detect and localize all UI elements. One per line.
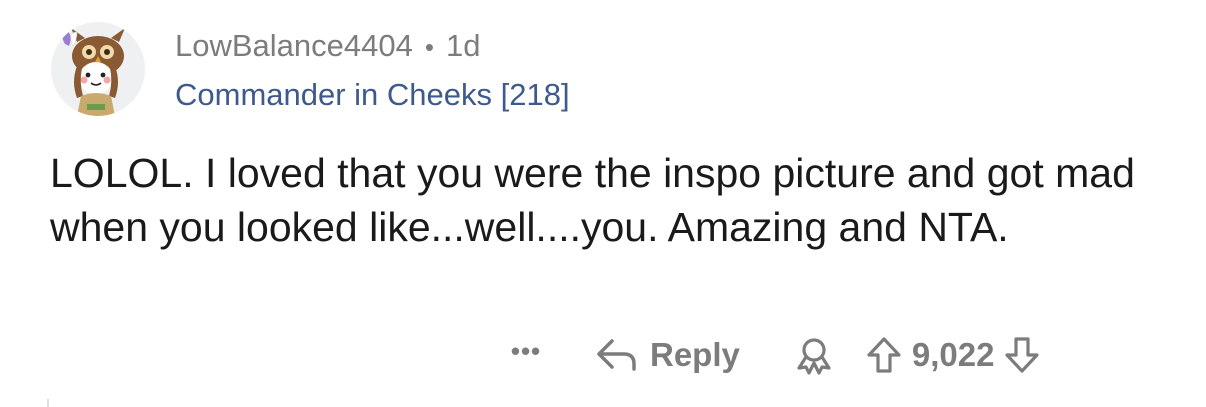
meta-separator: • (424, 32, 434, 62)
reply-arrow-icon (597, 339, 636, 371)
vote-controls: 9,022 (866, 335, 1041, 375)
thread-line (47, 399, 49, 407)
vote-score: 9,022 (911, 336, 995, 373)
owl-avatar-icon (62, 28, 125, 116)
downvote-arrow-icon[interactable] (1004, 335, 1040, 375)
award-icon (797, 338, 831, 375)
upvote-arrow-icon[interactable] (866, 335, 902, 375)
reply-label: Reply (650, 336, 740, 373)
comment-age: 1d (445, 28, 481, 63)
comment-actions: ••• Reply 9,022 (496, 330, 1040, 380)
author-line: LowBalance4404 • 1d (175, 26, 570, 67)
award-button[interactable] (794, 335, 834, 375)
more-options-button[interactable]: ••• (496, 336, 556, 367)
reply-button[interactable]: Reply (594, 335, 740, 375)
user-flair: Commander in Cheeks [218] (175, 77, 570, 112)
author-username[interactable]: LowBalance4404 (175, 26, 413, 66)
comment-header: LowBalance4404 • 1d Commander in Cheeks … (175, 26, 570, 116)
comment-body: LOLOL. I loved that you were the inspo p… (50, 150, 1135, 250)
avatar[interactable] (51, 22, 145, 116)
